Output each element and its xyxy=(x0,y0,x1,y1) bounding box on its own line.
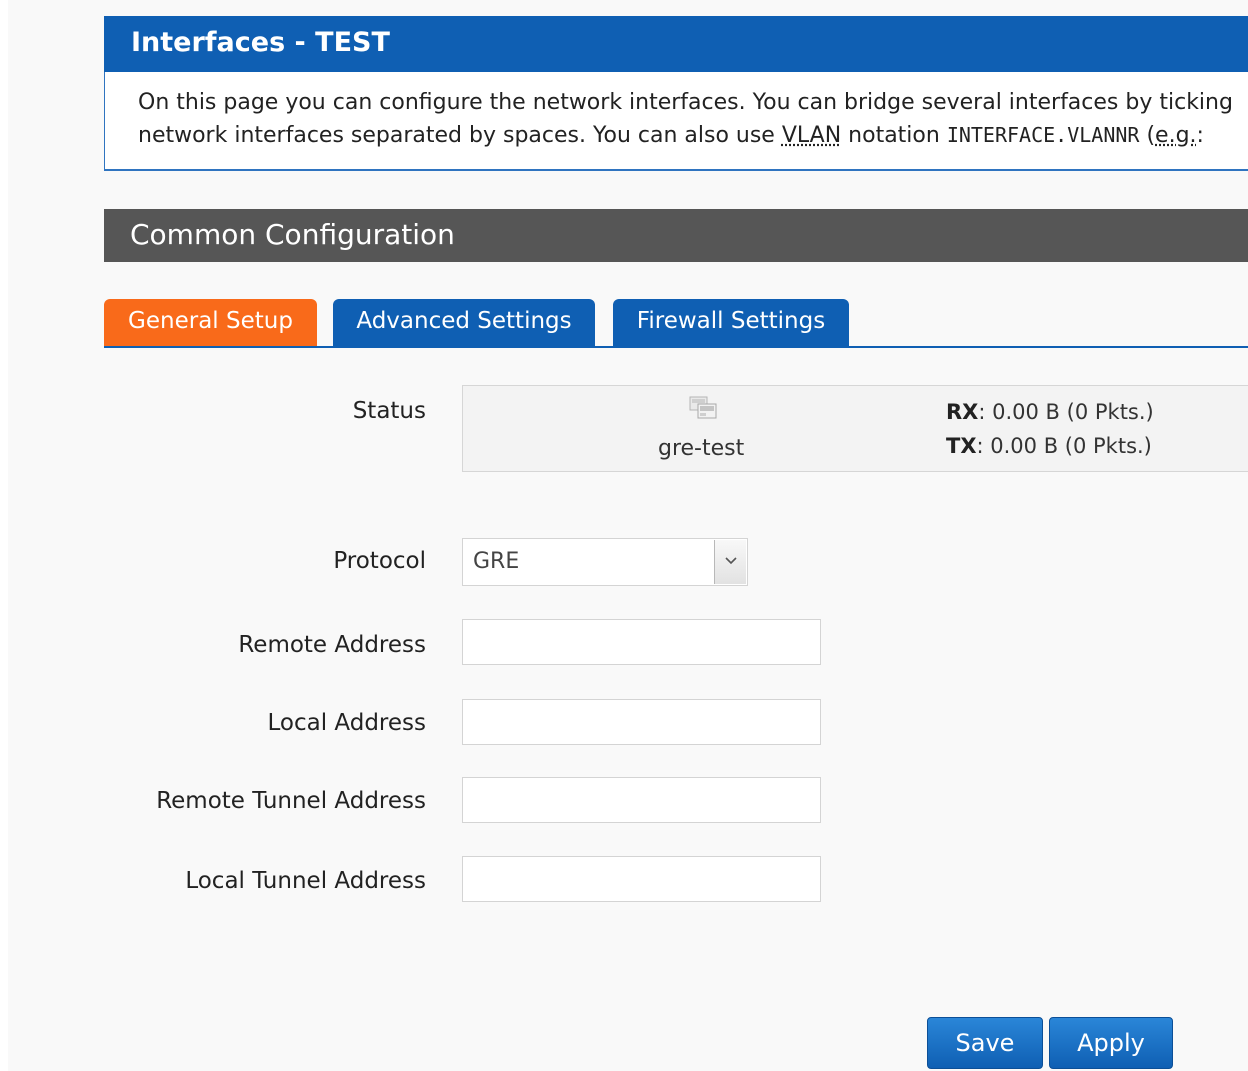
chevron-down-icon xyxy=(725,557,737,565)
protocol-select[interactable]: GRE xyxy=(462,538,748,586)
tx-value: : 0.00 B (0 Pkts.) xyxy=(976,434,1152,458)
vlan-notation-code: INTERFACE.VLANNR xyxy=(946,123,1140,147)
protocol-selected-value: GRE xyxy=(473,549,520,574)
remote-address-input[interactable] xyxy=(462,619,821,665)
remote-tunnel-address-label: Remote Tunnel Address xyxy=(156,788,426,814)
tab-general-setup[interactable]: General Setup xyxy=(104,299,317,347)
remote-address-label: Remote Address xyxy=(238,632,426,658)
eg-abbreviation[interactable]: e.g. xyxy=(1155,123,1197,148)
apply-button[interactable]: Apply xyxy=(1049,1017,1173,1069)
dropdown-button[interactable] xyxy=(714,540,746,584)
local-address-label: Local Address xyxy=(267,710,426,736)
rx-label: RX xyxy=(946,400,979,424)
section-header: Common Configuration xyxy=(104,209,1248,262)
page-header: Interfaces - TEST xyxy=(104,16,1248,72)
description-line-2: network interfaces separated by spaces. … xyxy=(138,123,1204,148)
status-label: Status xyxy=(352,398,426,424)
local-tunnel-address-label: Local Tunnel Address xyxy=(185,868,426,894)
network-interface-icon xyxy=(689,396,717,419)
tabs-underline xyxy=(104,346,1248,348)
description-text: ( xyxy=(1139,123,1156,148)
tx-label: TX xyxy=(946,434,977,458)
interface-name: gre-test xyxy=(658,436,745,461)
tx-stats: TX: 0.00 B (0 Pkts.) xyxy=(946,434,1152,458)
description-text: : xyxy=(1196,123,1204,148)
rx-value: : 0.00 B (0 Pkts.) xyxy=(978,400,1154,424)
status-panel: gre-test RX: 0.00 B (0 Pkts.) TX: 0.00 B… xyxy=(462,385,1248,472)
protocol-label: Protocol xyxy=(333,548,426,574)
save-button[interactable]: Save xyxy=(927,1017,1043,1069)
rx-stats: RX: 0.00 B (0 Pkts.) xyxy=(946,400,1154,424)
tab-firewall-settings[interactable]: Firewall Settings xyxy=(613,299,849,347)
remote-tunnel-address-input[interactable] xyxy=(462,777,821,823)
local-address-input[interactable] xyxy=(462,699,821,745)
section-title: Common Configuration xyxy=(130,218,455,251)
page-description: On this page you can configure the netwo… xyxy=(104,72,1248,171)
tab-advanced-settings[interactable]: Advanced Settings xyxy=(333,299,595,347)
description-text: network interfaces separated by spaces. … xyxy=(138,123,782,148)
local-tunnel-address-input[interactable] xyxy=(462,856,821,902)
vlan-abbreviation[interactable]: VLAN xyxy=(782,123,841,148)
description-line-1: On this page you can configure the netwo… xyxy=(138,90,1233,115)
description-text: notation xyxy=(841,123,947,148)
page-title: Interfaces - TEST xyxy=(131,27,390,58)
